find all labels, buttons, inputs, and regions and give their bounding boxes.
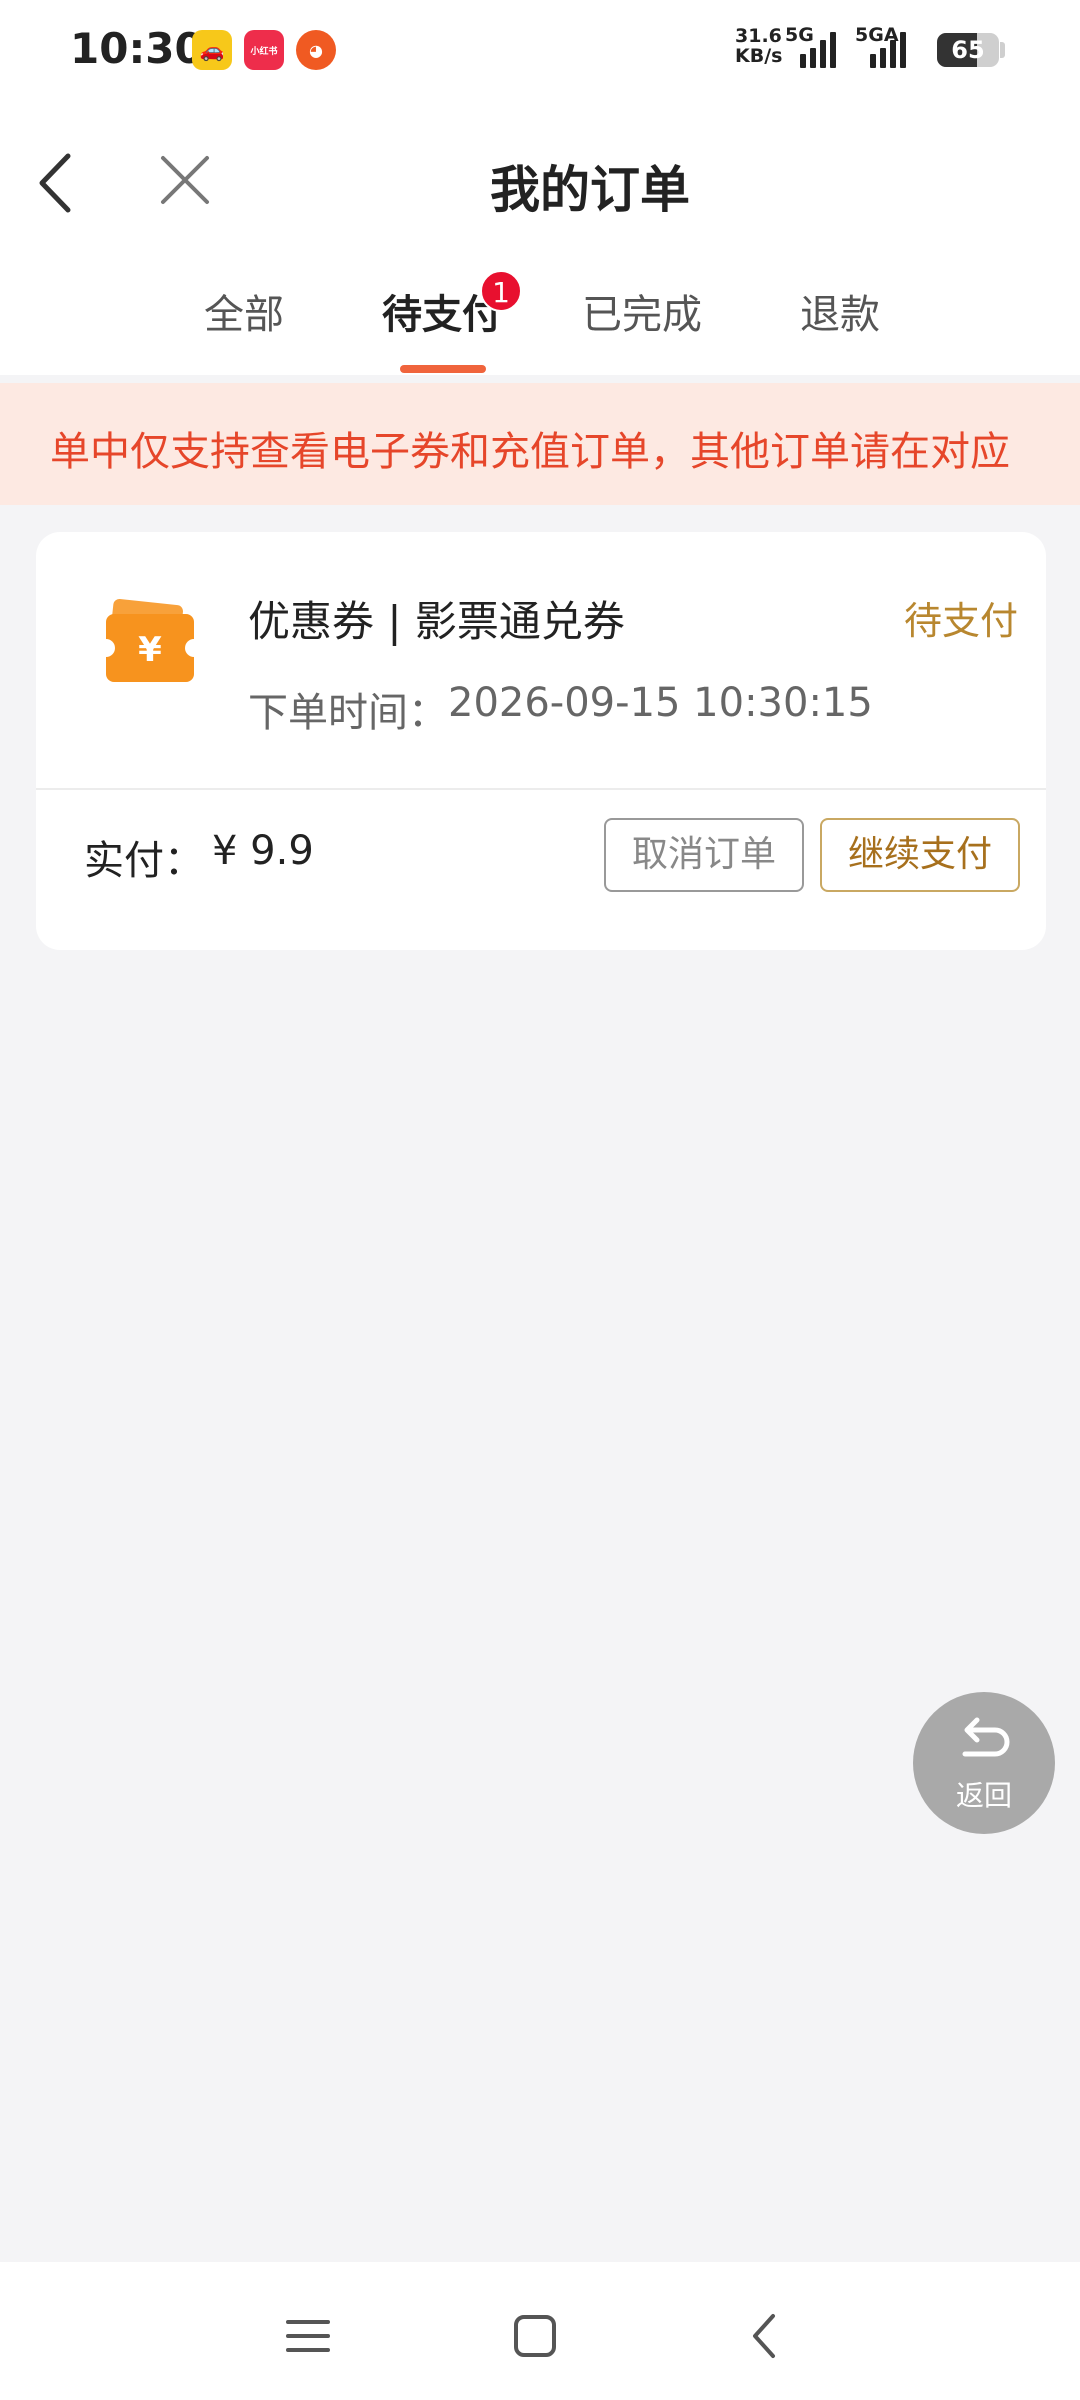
tab-all[interactable]: 全部 <box>204 282 284 340</box>
notice-text: 单中仅支持查看电子券和充值订单，其他订单请在对应 <box>50 429 1010 475</box>
paid-amount: ¥ 9.9 <box>212 828 314 874</box>
return-arrow-icon <box>962 1717 1010 1757</box>
ticket-yuan-icon: ¥ <box>97 594 203 690</box>
xiaohongshu-icon: 小红书 <box>244 30 284 70</box>
signal-icon <box>870 30 906 68</box>
status-time: 10:30 <box>70 24 204 73</box>
divider <box>36 788 1046 790</box>
tab-refund[interactable]: 退款 <box>800 282 880 340</box>
menu-icon <box>286 2320 330 2352</box>
battery-icon: 65 <box>937 33 999 67</box>
continue-payment-button[interactable]: 继续支付 <box>820 818 1020 892</box>
net-speed: 31.6 KB/s <box>735 26 782 66</box>
status-bar: 10:30 🚗 小红书 ◕ 31.6 KB/s 5G 5GA 65 <box>0 0 1080 100</box>
menu-button[interactable] <box>278 2306 338 2366</box>
home-square-icon <box>514 2315 556 2357</box>
header: 我的订单 <box>0 100 1080 270</box>
floating-return-button[interactable]: 返回 <box>913 1692 1055 1834</box>
order-time-value: 2026-09-15 10:30:15 <box>448 680 873 726</box>
home-button[interactable] <box>505 2306 565 2366</box>
car-app-icon: 🚗 <box>192 30 232 70</box>
system-nav-bar <box>0 2262 1080 2400</box>
order-status: 待支付 <box>903 599 1018 643</box>
signal-icon <box>800 30 836 68</box>
order-card[interactable]: ¥ 优惠券 | 影票通兑券 待支付 下单时间： 2026-09-15 10:30… <box>36 532 1046 950</box>
cancel-order-button[interactable]: 取消订单 <box>604 818 804 892</box>
order-title: 优惠券 | 影票通兑券 <box>248 597 625 646</box>
net-speed-unit: KB/s <box>735 45 783 67</box>
tab-completed[interactable]: 已完成 <box>582 282 702 340</box>
back-triangle-icon <box>753 2314 775 2358</box>
nav-back-button[interactable] <box>735 2306 795 2366</box>
net-speed-value: 31.6 <box>735 25 782 47</box>
app-icon: ◕ <box>296 30 336 70</box>
return-label: 返回 <box>955 1779 1012 1812</box>
order-tabs: 全部 待支付 1 已完成 退款 <box>0 270 1080 375</box>
battery-level: 65 <box>951 36 985 64</box>
battery-cap <box>1000 42 1005 58</box>
page-title: 我的订单 <box>490 161 690 219</box>
paid-label: 实付： <box>84 838 204 884</box>
tab-active-indicator <box>400 365 486 373</box>
svg-text:¥: ¥ <box>138 630 162 670</box>
notice-banner: 单中仅支持查看电子券和充值订单，其他订单请在对应 <box>0 383 1080 505</box>
order-time-label: 下单时间： <box>248 690 448 736</box>
tab-badge: 1 <box>480 270 522 312</box>
